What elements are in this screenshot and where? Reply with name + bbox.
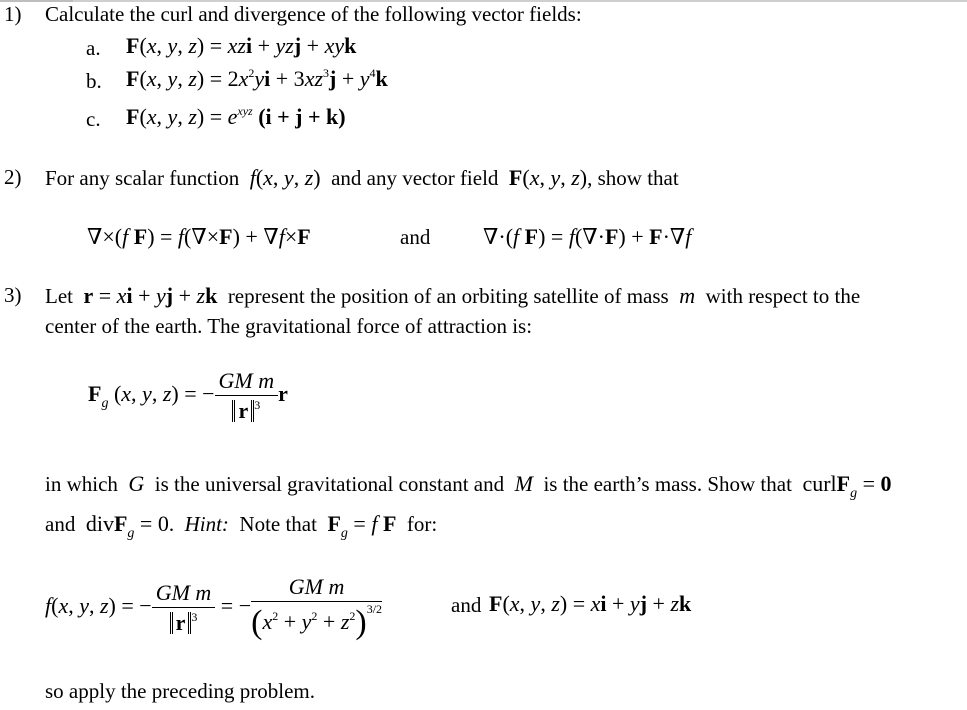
intro-text: For any scalar function — [45, 166, 240, 190]
line4-pre-text: and — [45, 512, 76, 536]
div-condition: divFg = 0 — [85, 511, 169, 541]
closing-text: so apply the preceding problem. — [45, 679, 316, 703]
vector-field: F(x, y, z) — [508, 165, 588, 190]
problem-1-intro: Calculate the curl and divergence of the… — [45, 2, 582, 26]
problem-1-number: 1) — [4, 2, 22, 26]
force-fraction: GM mr3 — [214, 368, 279, 424]
scalar-function-definition: f(x, y, z) = − GM mr3 = − GM m (x2 + y2 + z… — [45, 574, 383, 641]
line3-pre-text: in which — [45, 472, 118, 496]
vector-field-definition: F(x, y, z) = xi + yj + zk — [489, 591, 692, 616]
f-fraction-1: GM mr3 — [151, 580, 216, 636]
curl-condition: curlFg = 0 — [802, 471, 892, 501]
intro-text-post: , show that — [587, 166, 679, 190]
line3-post-text: is the earth’s mass. Show that — [543, 472, 792, 496]
f-fraction-2: GM m (x2 + y2 + z2)3/2 — [251, 574, 383, 641]
hint-text: Note that — [239, 512, 317, 536]
position-vector: r = xi + yj + zk — [83, 283, 218, 308]
part-b-label: b. — [86, 69, 102, 93]
part-a-equation: F(x, y, z) = xzi + yzj + xyk — [126, 33, 357, 58]
problem-3-line3: in which G is the universal gravitationa… — [45, 471, 892, 501]
div-identity: ∇·(f F) = f(∇·F) + F·∇f — [483, 224, 692, 249]
part-c-equation: F(x, y, z) = exyz (i + j + k) — [126, 104, 346, 129]
line3-mid-text: is the universal gravitational constant … — [154, 472, 505, 496]
mass-symbol: m — [679, 283, 696, 308]
hint-label: Hint: — [184, 512, 229, 536]
curl-identity: ∇×(f F) = f(∇×F) + ∇f×F — [87, 224, 311, 249]
let-text: Let — [45, 284, 73, 308]
gravitational-constant-symbol: G — [128, 471, 145, 496]
hint-equation: Fg = f F — [327, 511, 397, 541]
problem-3-line1: Let r = xi + yj + zk represent the posit… — [45, 283, 860, 309]
problem-3-line2: center of the earth. The gravitational f… — [45, 314, 533, 338]
intro-text-mid: and any vector field — [331, 166, 499, 190]
line1-mid-text: represent the position of an orbiting sa… — [227, 284, 669, 308]
problem-3-line4: and divFg = 0. Hint: Note that Fg = f F … — [45, 511, 438, 541]
f-and-label: and — [451, 593, 482, 617]
line4-post-text: for: — [406, 512, 438, 536]
problem-3-number: 3) — [4, 283, 22, 307]
and-label: and — [400, 225, 431, 249]
problem-2-number: 2) — [4, 165, 22, 189]
part-b-equation: F(x, y, z) = 2x2yi + 3xz3j + y4k — [126, 66, 388, 91]
problem-2-intro: For any scalar function f(x, y, z) and a… — [45, 165, 679, 190]
earth-mass-symbol: M — [514, 471, 533, 496]
part-a-label: a. — [86, 36, 101, 60]
line1-post-text: with respect to the — [705, 284, 861, 308]
gravitational-force-equation: Fg (x, y, z) = − GM mr3r — [88, 368, 288, 424]
part-c-label: c. — [86, 107, 101, 131]
